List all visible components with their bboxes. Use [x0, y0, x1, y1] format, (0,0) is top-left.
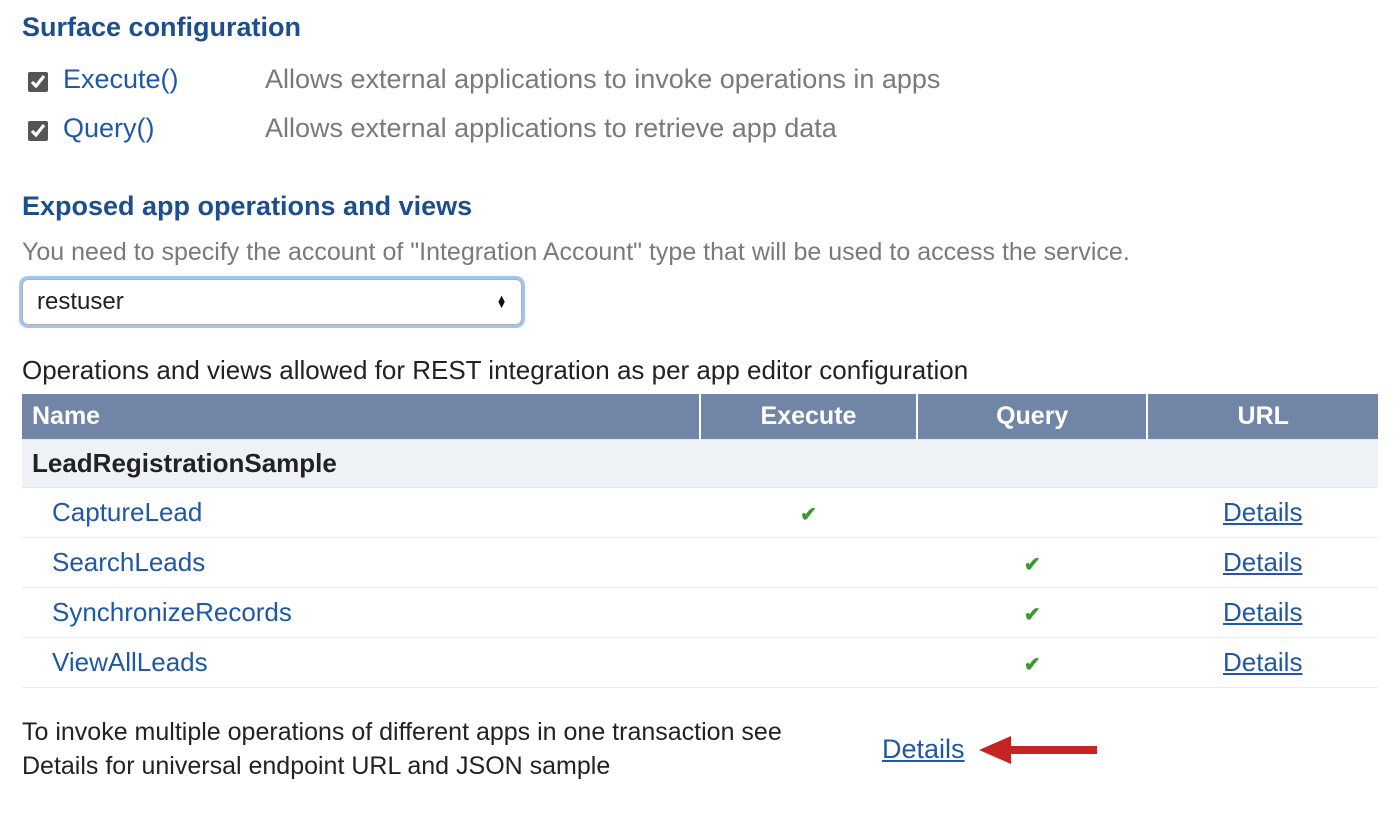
- execute-cell: [700, 638, 917, 688]
- config-row-execute: Execute() Allows external applications t…: [22, 59, 1378, 100]
- check-icon: ✔: [1024, 604, 1041, 626]
- url-cell: Details: [1147, 588, 1378, 638]
- table-group-row: LeadRegistrationSample: [22, 440, 1378, 488]
- table-group-label: LeadRegistrationSample: [22, 440, 1378, 488]
- operation-name-link[interactable]: SearchLeads: [22, 538, 700, 588]
- config-option-execute-label[interactable]: Execute(): [63, 64, 233, 95]
- query-cell: ✔: [917, 638, 1148, 688]
- operation-name-link[interactable]: CaptureLead: [22, 488, 700, 538]
- col-header-query: Query: [917, 394, 1148, 440]
- check-icon: ✔: [800, 504, 817, 526]
- execute-cell: ✔: [700, 488, 917, 538]
- ops-table: Name Execute Query URL LeadRegistrationS…: [22, 394, 1378, 688]
- execute-cell: [700, 538, 917, 588]
- details-link[interactable]: Details: [1223, 647, 1302, 677]
- config-option-query-label[interactable]: Query(): [63, 113, 233, 144]
- config-row-query: Query() Allows external applications to …: [22, 108, 1378, 149]
- query-cell: [917, 488, 1148, 538]
- section-title-exposed-ops: Exposed app operations and views: [22, 191, 1378, 222]
- url-cell: Details: [1147, 538, 1378, 588]
- table-row: SearchLeads ✔ Details: [22, 538, 1378, 588]
- checkbox-query[interactable]: [28, 121, 48, 141]
- annotation-arrow-icon: [979, 730, 1099, 770]
- ops-table-caption: Operations and views allowed for REST in…: [22, 355, 1378, 386]
- footer-text: To invoke multiple operations of differe…: [22, 716, 862, 784]
- config-option-execute-desc: Allows external applications to invoke o…: [265, 64, 940, 95]
- table-row: ViewAllLeads ✔ Details: [22, 638, 1378, 688]
- details-link[interactable]: Details: [1223, 497, 1302, 527]
- operation-name-link[interactable]: SynchronizeRecords: [22, 588, 700, 638]
- table-row: SynchronizeRecords ✔ Details: [22, 588, 1378, 638]
- url-cell: Details: [1147, 638, 1378, 688]
- details-link-universal-endpoint[interactable]: Details: [882, 734, 965, 765]
- query-cell: ✔: [917, 588, 1148, 638]
- ops-table-header-row: Name Execute Query URL: [22, 394, 1378, 440]
- select-updown-icon: ▲▼: [496, 296, 507, 308]
- integration-account-selected-value: restuser: [37, 288, 124, 316]
- footer-row: To invoke multiple operations of differe…: [22, 716, 1378, 784]
- check-icon: ✔: [1024, 554, 1041, 576]
- table-row: CaptureLead ✔ Details: [22, 488, 1378, 538]
- details-link[interactable]: Details: [1223, 547, 1302, 577]
- operation-name-link[interactable]: ViewAllLeads: [22, 638, 700, 688]
- integration-account-select[interactable]: restuser ▲▼: [22, 279, 522, 325]
- details-link[interactable]: Details: [1223, 597, 1302, 627]
- query-cell: ✔: [917, 538, 1148, 588]
- col-header-name: Name: [22, 394, 700, 440]
- section-title-surface-config: Surface configuration: [22, 12, 1378, 43]
- exposed-help-text: You need to specify the account of "Inte…: [22, 238, 1378, 267]
- checkbox-execute[interactable]: [28, 72, 48, 92]
- execute-cell: [700, 588, 917, 638]
- col-header-url: URL: [1147, 394, 1378, 440]
- config-option-query-desc: Allows external applications to retrieve…: [265, 113, 837, 144]
- check-icon: ✔: [1024, 654, 1041, 676]
- col-header-execute: Execute: [700, 394, 917, 440]
- url-cell: Details: [1147, 488, 1378, 538]
